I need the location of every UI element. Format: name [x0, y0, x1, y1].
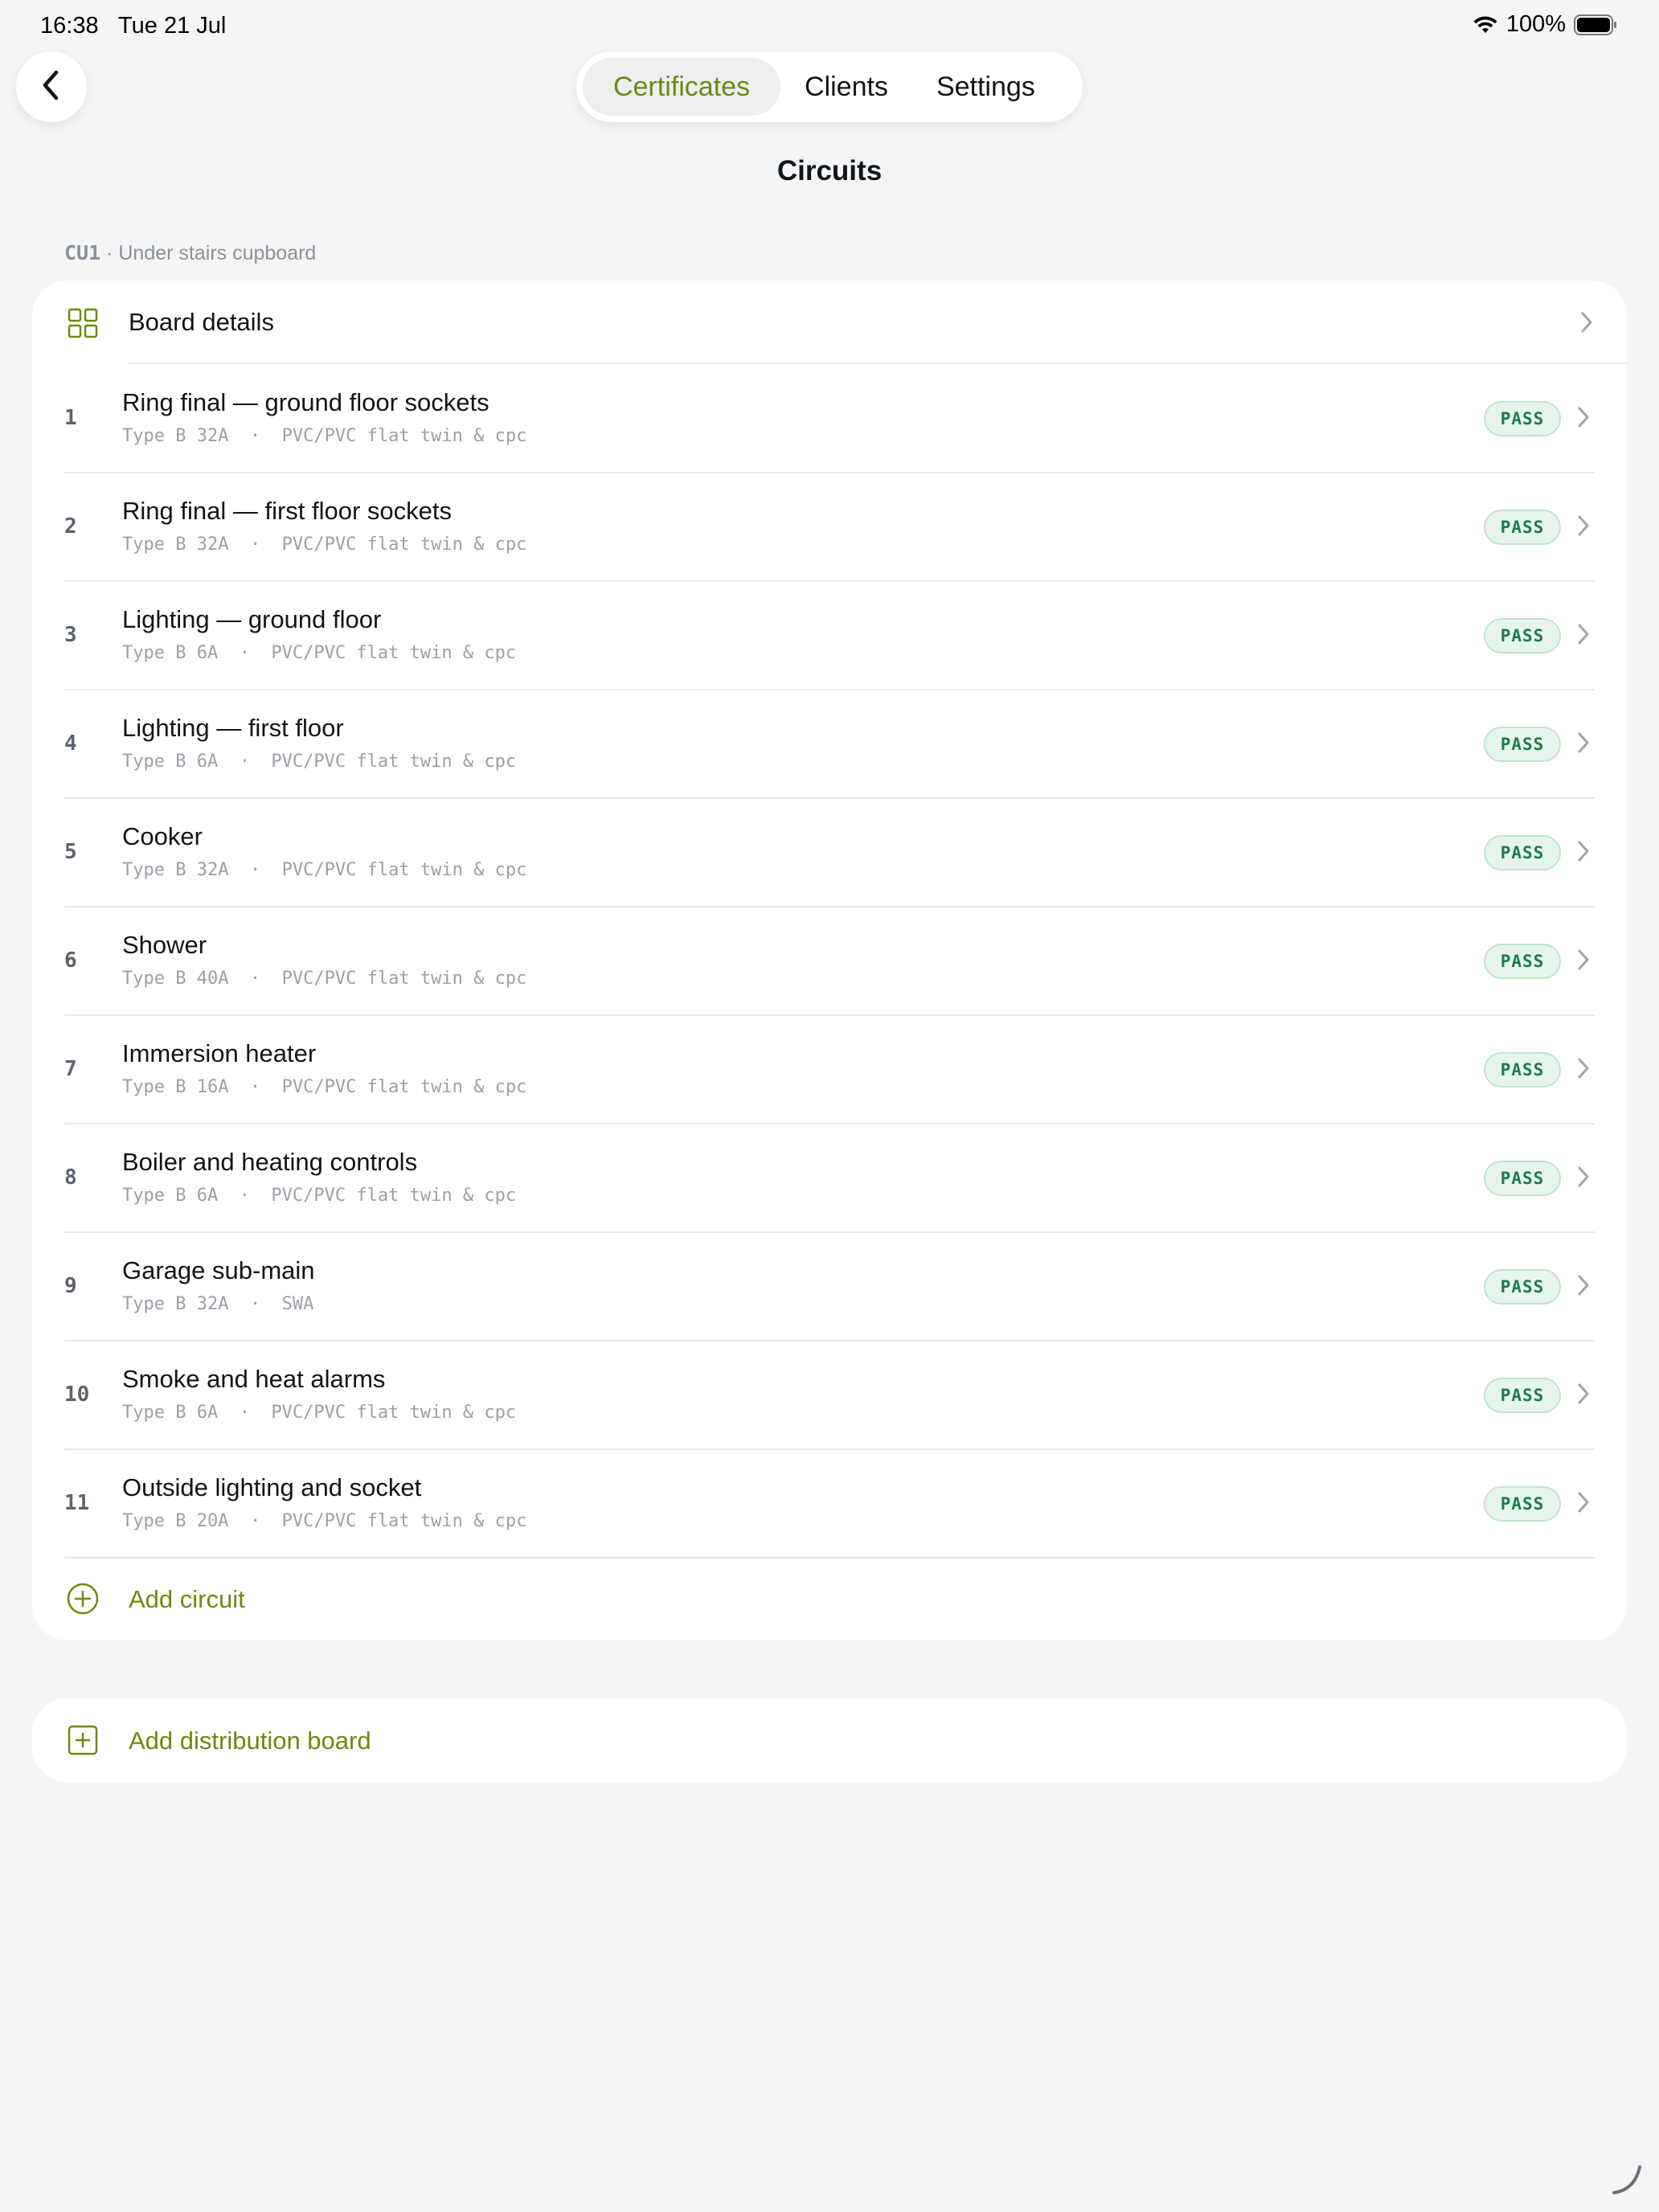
circuit-row[interactable]: 10 Smoke and heat alarms Type B 6A · PVC/P…: [32, 1341, 1627, 1449]
chevron-right-icon: [1577, 1382, 1590, 1409]
circuit-row[interactable]: 5 Cooker Type B 32A · PVC/PVC flat twin & …: [32, 798, 1627, 907]
circuit-row[interactable]: 6 Shower Type B 40A · PVC/PVC flat twin & …: [32, 907, 1627, 1015]
circuit-row[interactable]: 2 Ring final — first floor sockets Type B …: [32, 473, 1627, 581]
add-distribution-board-button[interactable]: Add distribution board: [32, 1698, 1627, 1782]
tab-clients[interactable]: Clients: [780, 58, 912, 116]
circuit-name: Lighting — first floor: [122, 714, 344, 742]
board-label: CU1 · Under stairs cupboard: [64, 241, 316, 265]
battery-percentage: 100%: [1505, 11, 1566, 37]
tab-certificates[interactable]: Certificates: [583, 58, 780, 116]
tab-settings[interactable]: Settings: [912, 58, 1059, 116]
circuit-row[interactable]: 7 Immersion heater Type B 16A · PVC/PVC fl…: [32, 1015, 1627, 1124]
chevron-right-icon: [1577, 514, 1590, 541]
circuit-number: 3: [64, 623, 77, 647]
resize-handle-icon: [1611, 2162, 1646, 2202]
circuit-row[interactable]: 4 Lighting — first floor Type B 6A · PVC/P…: [32, 690, 1627, 798]
circuit-meta: Type B 6A · PVC/PVC flat twin & cpc: [122, 1186, 517, 1206]
chevron-right-icon: [1577, 1057, 1590, 1083]
status-indicators: 100%: [1473, 11, 1617, 38]
status-badge: PASS: [1484, 1486, 1561, 1522]
circuit-row[interactable]: 1 Ring final — ground floor sockets Type B…: [32, 364, 1627, 473]
chevron-right-icon: [1580, 311, 1593, 338]
plus-square-icon: [68, 1725, 98, 1759]
add-board-label: Add distribution board: [129, 1727, 371, 1755]
circuit-name: Lighting — ground floor: [122, 605, 382, 633]
circuit-number: 9: [64, 1274, 77, 1298]
circuit-name: Boiler and heating controls: [122, 1148, 418, 1176]
board-location: · Under stairs cupboard: [106, 242, 317, 264]
chevron-right-icon: [1577, 1165, 1590, 1192]
status-date: Tue 21 Jul: [118, 13, 227, 39]
chevron-left-icon: [39, 69, 63, 105]
board-code: CU1: [64, 241, 101, 264]
chevron-right-icon: [1577, 1491, 1590, 1518]
page-title: Circuits: [776, 155, 883, 186]
circuit-name: Outside lighting and socket: [122, 1473, 422, 1501]
circuit-number: 7: [64, 1057, 77, 1081]
chevron-right-icon: [1577, 406, 1590, 432]
circuit-number: 5: [64, 840, 77, 864]
battery-icon: [1574, 14, 1617, 35]
status-badge: PASS: [1484, 727, 1561, 762]
back-button[interactable]: [16, 51, 87, 122]
circuit-row[interactable]: 11 Outside lighting and socket Type B 20A …: [32, 1449, 1627, 1558]
add-circuit-button[interactable]: Add circuit: [32, 1557, 1627, 1641]
circuit-meta: Type B 20A · PVC/PVC flat twin & cpc: [122, 1511, 527, 1531]
circuit-name: Ring final — ground floor sockets: [122, 388, 490, 416]
grid-icon: [68, 308, 98, 342]
chevron-right-icon: [1577, 1274, 1590, 1301]
chevron-right-icon: [1577, 948, 1590, 975]
status-badge: PASS: [1484, 1269, 1561, 1305]
circuit-name: Ring final — first floor sockets: [122, 497, 453, 525]
wifi-icon: [1473, 15, 1498, 35]
circuit-meta: Type B 32A · PVC/PVC flat twin & cpc: [122, 860, 527, 880]
circuit-meta: Type B 6A · PVC/PVC flat twin & cpc: [122, 643, 517, 663]
circuit-meta: Type B 16A · PVC/PVC flat twin & cpc: [122, 1077, 527, 1097]
status-badge: PASS: [1484, 1052, 1561, 1088]
circuit-meta: Type B 6A · PVC/PVC flat twin & cpc: [122, 752, 517, 772]
status-badge: PASS: [1484, 835, 1561, 870]
chevron-right-icon: [1577, 840, 1590, 866]
add-circuit-label: Add circuit: [129, 1585, 245, 1613]
circuit-meta: Type B 6A · PVC/PVC flat twin & cpc: [122, 1403, 517, 1423]
circuit-number: 4: [64, 731, 77, 756]
board-details-row[interactable]: Board details: [32, 281, 1627, 364]
circuit-row[interactable]: 9 Garage sub-main Type B 32A · SWA PASS: [32, 1232, 1627, 1341]
status-badge: PASS: [1484, 1378, 1561, 1413]
status-badge: PASS: [1484, 1161, 1561, 1196]
circuit-number: 2: [64, 514, 77, 539]
status-badge: PASS: [1484, 401, 1561, 436]
circuit-name: Smoke and heat alarms: [122, 1365, 386, 1393]
circuit-number: 1: [64, 406, 77, 430]
board-details-label: Board details: [129, 308, 274, 336]
status-time: 16:38: [40, 13, 99, 39]
top-tabs: Certificates Clients Settings: [576, 51, 1083, 122]
status-badge: PASS: [1484, 944, 1561, 979]
circuit-meta: Type B 32A · PVC/PVC flat twin & cpc: [122, 535, 527, 555]
circuit-number: 10: [64, 1382, 90, 1407]
chevron-right-icon: [1577, 731, 1590, 758]
circuit-meta: Type B 40A · PVC/PVC flat twin & cpc: [122, 969, 527, 989]
circuit-name: Cooker: [122, 822, 203, 850]
circuit-number: 8: [64, 1165, 77, 1190]
circuit-meta: Type B 32A · SWA: [122, 1294, 314, 1314]
circuit-row[interactable]: 8 Boiler and heating controls Type B 6A · …: [32, 1124, 1627, 1232]
status-badge: PASS: [1484, 618, 1561, 653]
status-badge: PASS: [1484, 510, 1561, 545]
circuit-meta: Type B 32A · PVC/PVC flat twin & cpc: [122, 426, 527, 446]
circuit-number: 11: [64, 1491, 90, 1515]
circuit-name: Immersion heater: [122, 1039, 317, 1067]
circuit-name: Shower: [122, 931, 207, 959]
circuit-row[interactable]: 3 Lighting — ground floor Type B 6A · PVC/…: [32, 581, 1627, 690]
chevron-right-icon: [1577, 623, 1590, 649]
status-bar: 16:38 Tue 21 Jul 100%: [0, 0, 1659, 51]
plus-circle-icon: [66, 1582, 100, 1620]
circuit-name: Garage sub-main: [122, 1256, 315, 1284]
circuit-number: 6: [64, 948, 77, 973]
circuits-card: Board details 1 Ring final — ground floor…: [32, 281, 1627, 1641]
